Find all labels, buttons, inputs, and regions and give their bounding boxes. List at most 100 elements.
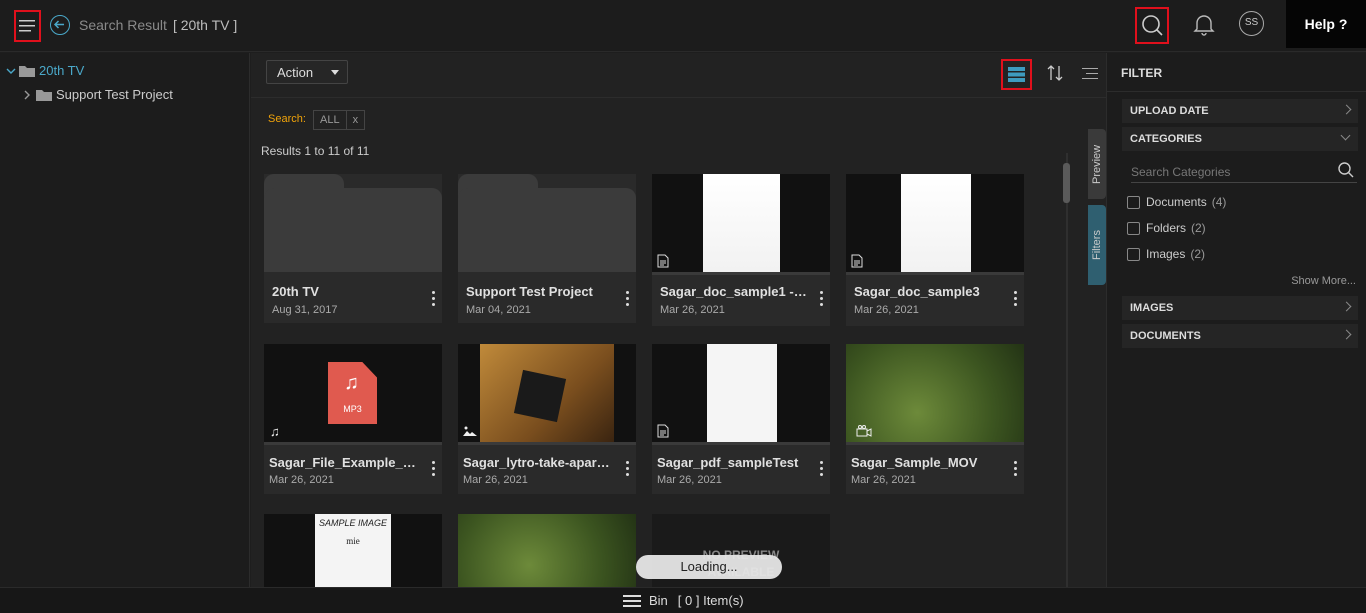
card-date: Mar 26, 2021 (463, 474, 528, 486)
avatar[interactable]: SS (1239, 11, 1264, 36)
filter-panel: FILTER UPLOAD DATE CATEGORIES Search Cat… (1106, 53, 1366, 587)
tree-item-20th-tv[interactable]: 20th TV (5, 63, 84, 78)
option-count: (2) (1190, 247, 1206, 261)
asset-card[interactable]: Sagar_doc_sample3 Mar 26, 2021 (846, 174, 1024, 326)
section-label: CATEGORIES (1130, 133, 1202, 145)
option-count: (4) (1211, 195, 1227, 209)
search-icon (1338, 162, 1354, 178)
results-count: Results 1 to 11 of 11 (261, 144, 370, 158)
filter-section-upload-date[interactable]: UPLOAD DATE (1122, 99, 1358, 123)
checkbox[interactable] (1127, 195, 1140, 209)
card-title: Sagar_Sample_MOV (851, 455, 978, 470)
chevron-down-icon (1340, 130, 1351, 141)
more-options-icon[interactable] (1014, 461, 1018, 477)
video-camera-icon (856, 425, 872, 437)
scroll-track (1066, 153, 1068, 587)
bin-label: Bin (649, 593, 668, 608)
more-options-icon[interactable] (820, 291, 824, 307)
card-date: Mar 26, 2021 (269, 474, 334, 486)
breadcrumb: Search Result [ 20th TV ] (79, 17, 237, 33)
more-options-icon[interactable] (432, 291, 436, 307)
details-toggle-icon[interactable] (1082, 67, 1098, 81)
caret-down-icon (331, 70, 339, 75)
filter-section-images[interactable]: IMAGES (1122, 296, 1358, 320)
search-button[interactable] (1135, 7, 1169, 44)
audio-thumbnail: ♫ MP3 ♫ (264, 344, 442, 442)
checkbox[interactable] (1127, 221, 1140, 235)
results-toolbar: Action (251, 53, 1106, 98)
filter-section-documents[interactable]: DOCUMENTS (1122, 324, 1358, 348)
more-options-icon[interactable] (626, 291, 630, 307)
mp3-label: MP3 (343, 404, 362, 414)
hamburger-icon (623, 594, 641, 607)
search-chip-remove[interactable]: x (345, 111, 365, 129)
folder-thumbnail (458, 174, 636, 272)
image-thumbnail (458, 344, 636, 442)
list-view-icon (1008, 67, 1025, 82)
filter-option-images[interactable]: Images (2) (1127, 247, 1205, 261)
action-label: Action (277, 65, 314, 80)
breadcrumb-project[interactable]: [ 20th TV ] (173, 17, 237, 33)
hamburger-icon (19, 20, 35, 32)
bin-toggle[interactable]: Bin [ 0 ] Item(s) (623, 593, 744, 608)
asset-card[interactable]: Sagar_doc_sample1 - Co... Mar 26, 2021 (652, 174, 830, 326)
sort-icon[interactable] (1046, 64, 1064, 82)
option-label: Images (1146, 247, 1186, 261)
checkbox[interactable] (1127, 247, 1140, 261)
video-thumbnail (458, 514, 636, 587)
folder-tree: 20th TV Support Test Project (0, 53, 250, 587)
top-bar: Search Result [ 20th TV ] SS Help ? (0, 0, 1366, 52)
more-options-icon[interactable] (432, 461, 436, 477)
image-icon (463, 426, 477, 436)
menu-button[interactable] (14, 10, 41, 42)
category-search-input[interactable]: Search Categories (1131, 159, 1357, 183)
document-icon (657, 254, 669, 268)
help-button[interactable]: Help ? (1286, 0, 1366, 48)
filter-option-documents[interactable]: Documents (4) (1127, 195, 1226, 209)
results-panel: Action Search: ALL x Results 1 to 11 of … (251, 53, 1106, 587)
list-view-button[interactable] (1001, 59, 1032, 90)
more-options-icon[interactable] (820, 461, 824, 477)
asset-card[interactable] (458, 514, 636, 587)
back-arrow-icon[interactable] (50, 15, 70, 35)
document-thumbnail (846, 174, 1024, 272)
filter-section-categories[interactable]: CATEGORIES (1122, 127, 1358, 151)
card-title: Sagar_File_Example_WA... (269, 455, 417, 470)
page-title: Search Result (79, 17, 167, 33)
show-more-link[interactable]: Show More... (1291, 275, 1356, 287)
chevron-right-icon (1341, 329, 1352, 340)
section-label: DOCUMENTS (1130, 330, 1201, 342)
asset-card[interactable]: Sagar_lytro-take-apart-i2... Mar 26, 202… (458, 344, 636, 494)
card-date: Mar 26, 2021 (854, 304, 919, 316)
section-label: IMAGES (1130, 302, 1174, 314)
bell-icon[interactable] (1193, 12, 1215, 36)
music-note-icon: ♫ (270, 424, 280, 439)
more-options-icon[interactable] (1014, 291, 1018, 307)
asset-card[interactable]: 20th TV Aug 31, 2017 (264, 174, 442, 323)
chevron-right-icon (1341, 104, 1352, 115)
asset-card[interactable]: Sagar_Sample_MOV Mar 26, 2021 (846, 344, 1024, 494)
asset-card[interactable]: SAMPLE IMAGE mie (264, 514, 442, 587)
option-label: Documents (1146, 195, 1207, 209)
section-label: UPLOAD DATE (1130, 105, 1209, 117)
tab-filters[interactable]: Filters (1088, 205, 1106, 285)
image-thumbnail: SAMPLE IMAGE mie (264, 514, 442, 587)
scrollbar-thumb[interactable] (1063, 163, 1070, 203)
search-label: Search: (268, 113, 306, 125)
bin-count: [ 0 ] Item(s) (677, 593, 744, 608)
thumb-caption: mie (346, 536, 360, 546)
asset-card[interactable]: ♫ MP3 ♫ Sagar_File_Example_WA... Mar 26,… (264, 344, 442, 494)
asset-card[interactable]: Sagar_pdf_sampleTest Mar 26, 2021 (652, 344, 830, 494)
chevron-right-icon (1341, 301, 1352, 312)
more-options-icon[interactable] (626, 461, 630, 477)
video-thumbnail (846, 344, 1024, 442)
asset-card[interactable]: Support Test Project Mar 04, 2021 (458, 174, 636, 323)
card-date: Mar 26, 2021 (851, 474, 916, 486)
filter-option-folders[interactable]: Folders (2) (1127, 221, 1206, 235)
tree-item-support-test-project[interactable]: Support Test Project (22, 87, 173, 102)
action-dropdown[interactable]: Action (266, 60, 348, 84)
bottom-bar: Bin [ 0 ] Item(s) (0, 587, 1366, 613)
folder-thumbnail (264, 174, 442, 272)
tab-preview[interactable]: Preview (1088, 129, 1106, 199)
document-thumbnail (652, 344, 830, 442)
